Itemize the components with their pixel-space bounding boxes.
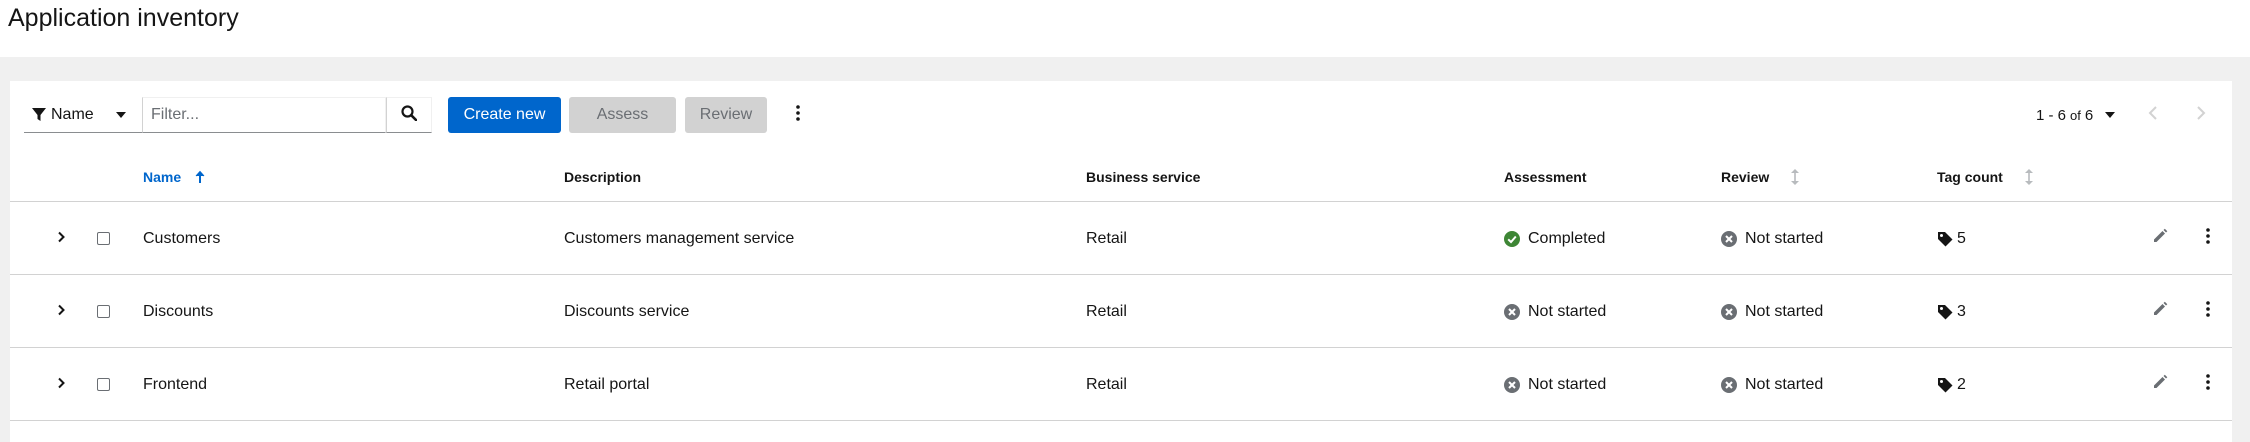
next-page-button[interactable] [2191, 105, 2211, 125]
row-select-checkbox[interactable] [97, 378, 110, 391]
row-edit-button[interactable] [2150, 275, 2170, 348]
filter-category-select[interactable]: Name [24, 97, 142, 133]
row-assessment: Not started [1504, 348, 1606, 421]
row-review: Not started [1721, 202, 1823, 275]
kebab-icon [796, 104, 800, 126]
column-header-tag-count[interactable]: Tag count [1937, 167, 2033, 187]
search-icon [401, 104, 418, 126]
assess-button[interactable]: Assess [569, 97, 676, 133]
filter-category-label: Name [51, 105, 94, 123]
column-header-tag-count-label: Tag count [1937, 169, 2003, 185]
row-review-label: Not started [1745, 229, 1824, 247]
times-circle-icon [1504, 376, 1520, 393]
chevron-right-icon [57, 376, 65, 394]
row-tag-count: 5 [1937, 202, 1966, 275]
row-kebab-button[interactable] [2198, 202, 2218, 275]
row-business-service: Retail [1086, 375, 1127, 393]
row-expand-toggle[interactable] [51, 202, 71, 275]
search-button[interactable] [386, 97, 432, 133]
row-edit-button[interactable] [2150, 348, 2170, 421]
row-name: Frontend [143, 375, 208, 393]
row-description: Retail portal [564, 375, 650, 393]
review-button[interactable]: Review [685, 97, 767, 133]
row-name: Customers [143, 229, 221, 247]
sort-up-icon [195, 170, 205, 184]
angle-left-icon [2148, 105, 2158, 125]
page-title: Application inventory [8, 4, 239, 32]
row-kebab-button[interactable] [2198, 348, 2218, 421]
row-review-label: Not started [1745, 375, 1824, 393]
row-description: Discounts service [564, 302, 690, 320]
row-assessment: Not started [1504, 275, 1606, 348]
caret-down-icon [116, 112, 126, 118]
row-assessment: Completed [1504, 202, 1605, 275]
row-tag-count-value: 2 [1957, 375, 1966, 393]
column-header-review[interactable]: Review [1721, 167, 1800, 187]
row-expand-toggle[interactable] [51, 348, 71, 421]
row-assessment-label: Not started [1528, 302, 1607, 320]
chevron-right-icon [57, 230, 65, 248]
row-tag-count: 2 [1937, 348, 1966, 421]
column-header-business-service: Business service [1086, 169, 1201, 185]
chevron-right-icon [57, 303, 65, 321]
times-circle-icon [1721, 303, 1737, 320]
times-circle-icon [1721, 230, 1737, 247]
row-tag-count-value: 5 [1957, 229, 1966, 247]
row-name: Discounts [143, 302, 214, 320]
row-assessment-label: Completed [1528, 229, 1606, 247]
pagination-range: 1 - 6 [2036, 106, 2067, 124]
row-description: Customers management service [564, 229, 795, 247]
row-business-service: Retail [1086, 229, 1127, 247]
caret-down-icon [2105, 112, 2116, 118]
column-header-description: Description [564, 169, 642, 185]
times-circle-icon [1504, 303, 1520, 320]
kebab-icon [2206, 228, 2210, 249]
table-row: Discounts Discounts service Retail Not s… [10, 275, 2232, 348]
row-edit-button[interactable] [2150, 202, 2170, 275]
column-header-review-label: Review [1721, 169, 1770, 185]
filter-input[interactable] [142, 97, 386, 133]
row-expand-toggle[interactable] [51, 275, 71, 348]
pagination-total: 6 [2084, 106, 2094, 124]
kebab-icon [2206, 301, 2210, 322]
sort-icon [1791, 169, 1800, 185]
pencil-icon [2152, 374, 2168, 395]
row-kebab-button[interactable] [2198, 275, 2218, 348]
row-tag-count-value: 3 [1957, 302, 1966, 320]
pagination-of: of [2070, 107, 2081, 123]
angle-right-icon [2196, 105, 2206, 125]
pagination-toggle[interactable]: 1 - 6 of 6 [2036, 97, 2116, 133]
row-select-checkbox[interactable] [97, 305, 110, 318]
table-row: Customers Customers management service R… [10, 202, 2232, 275]
page-header: Application inventory [0, 0, 2250, 57]
sort-icon [2024, 169, 2033, 185]
row-tag-count: 3 [1937, 275, 1966, 348]
row-review-label: Not started [1745, 302, 1824, 320]
pencil-icon [2152, 301, 2168, 322]
row-assessment-label: Not started [1528, 375, 1607, 393]
check-circle-icon [1504, 230, 1520, 247]
column-header-assessment: Assessment [1504, 169, 1587, 185]
pencil-icon [2152, 228, 2168, 249]
column-header-name[interactable]: Name [143, 167, 205, 187]
row-select-checkbox[interactable] [97, 232, 110, 245]
row-review: Not started [1721, 348, 1823, 421]
row-business-service: Retail [1086, 302, 1127, 320]
filter-icon [32, 107, 46, 122]
column-header-name-label: Name [143, 169, 182, 185]
toolbar-kebab-button[interactable] [788, 101, 808, 129]
times-circle-icon [1721, 376, 1737, 393]
table-row: Frontend Retail portal Retail Not starte… [10, 348, 2232, 421]
row-review: Not started [1721, 275, 1823, 348]
tag-icon [1937, 231, 1953, 247]
create-new-button[interactable]: Create new [448, 97, 561, 133]
application-table-card: Name Create new Assess Review 1 - 6 of 6… [10, 81, 2232, 442]
previous-page-button[interactable] [2143, 105, 2163, 125]
tag-icon [1937, 304, 1953, 320]
kebab-icon [2206, 374, 2210, 395]
tag-icon [1937, 377, 1953, 393]
